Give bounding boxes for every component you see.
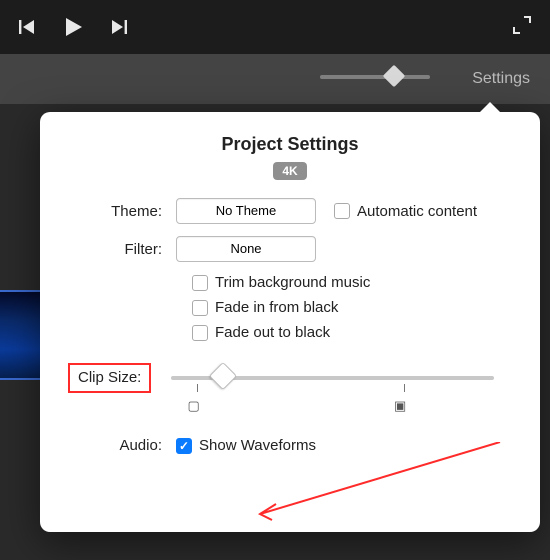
theme-row: Theme: No Theme Automatic content — [66, 198, 514, 224]
timeline-toolbar: Settings — [0, 54, 550, 104]
trim-bg-music-checkbox[interactable] — [192, 275, 208, 291]
expand-icon[interactable] — [512, 15, 532, 40]
theme-dropdown[interactable]: No Theme — [176, 198, 316, 224]
skip-forward-icon[interactable] — [110, 18, 128, 36]
fade-out-checkbox[interactable] — [192, 325, 208, 341]
options-column: Trim background music Fade in from black… — [192, 274, 514, 341]
timeline-clip-thumbnail[interactable] — [0, 290, 40, 380]
thumbnail-small-icon: ▢ — [187, 398, 199, 414]
automatic-content-label: Automatic content — [357, 203, 477, 220]
audio-label: Audio: — [66, 437, 176, 454]
annotation-arrow — [250, 442, 510, 537]
fade-out-label: Fade out to black — [215, 324, 330, 341]
trim-bg-music-label: Trim background music — [215, 274, 370, 291]
clip-size-slider[interactable]: ▢ ▣ — [171, 376, 494, 380]
filter-label: Filter: — [66, 241, 176, 258]
resolution-badge: 4K — [273, 162, 307, 180]
clip-size-label: Clip Size: — [78, 369, 141, 386]
playback-controls — [18, 16, 128, 38]
project-settings-popover: Project Settings 4K Theme: No Theme Auto… — [40, 112, 540, 532]
theme-label: Theme: — [66, 203, 176, 220]
audio-row: Audio: Show Waveforms — [66, 437, 514, 454]
clip-size-highlight: Clip Size: — [68, 363, 151, 393]
show-waveforms-label: Show Waveforms — [199, 437, 316, 454]
automatic-content-checkbox[interactable] — [334, 203, 350, 219]
clip-size-row: Clip Size: ▢ ▣ — [66, 363, 514, 393]
filter-dropdown[interactable]: None — [176, 236, 316, 262]
play-icon[interactable] — [62, 16, 84, 38]
popover-title: Project Settings — [66, 134, 514, 155]
zoom-slider-thumb[interactable] — [383, 65, 406, 88]
skip-back-icon[interactable] — [18, 18, 36, 36]
fade-in-checkbox[interactable] — [192, 300, 208, 316]
playback-bar — [0, 0, 550, 54]
show-waveforms-checkbox[interactable] — [176, 438, 192, 454]
thumbnail-large-icon: ▣ — [394, 398, 406, 414]
settings-button[interactable]: Settings — [452, 70, 550, 88]
filter-row: Filter: None — [66, 236, 514, 262]
clip-size-slider-thumb[interactable] — [209, 362, 237, 390]
zoom-slider[interactable] — [320, 75, 430, 79]
fade-in-label: Fade in from black — [215, 299, 338, 316]
